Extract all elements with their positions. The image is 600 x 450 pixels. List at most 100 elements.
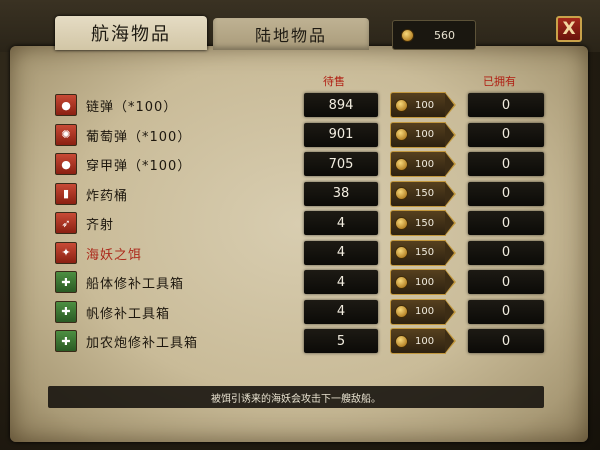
item-owned: 0 <box>468 181 544 206</box>
coin-icon <box>395 334 408 348</box>
buy-button-arrow-inner <box>445 211 454 235</box>
buy-button-arrow-inner <box>445 122 454 147</box>
buy-button-arrow-inner <box>445 93 454 117</box>
hull-repair-kit-icon: ✚ <box>55 271 77 293</box>
item-owned: 0 <box>468 93 544 117</box>
coin-icon <box>395 216 408 230</box>
item-stock: 4 <box>304 240 378 265</box>
item-row[interactable]: ✦ 海妖之饵 4 150 0 <box>0 239 600 266</box>
buy-button[interactable]: 100 <box>390 92 456 118</box>
powder-keg-icon: ▮ <box>55 182 77 205</box>
item-name: 海妖之饵 <box>86 247 143 263</box>
armor-piercing-shot-icon: ● <box>55 153 77 175</box>
buy-button[interactable]: 150 <box>390 210 456 236</box>
item-owned: 0 <box>468 240 544 265</box>
coin-icon <box>401 28 414 42</box>
item-price: 100 <box>415 306 435 317</box>
item-stock: 4 <box>304 270 378 294</box>
buy-button[interactable]: 150 <box>390 180 456 207</box>
item-row[interactable]: ✺ 葡萄弹（*100） 901 100 0 <box>0 121 600 148</box>
item-name: 齐射 <box>86 218 115 233</box>
coin-icon <box>395 246 408 259</box>
item-price: 100 <box>415 276 435 288</box>
coin-icon <box>395 128 408 141</box>
coin-icon <box>395 98 408 112</box>
gold-counter: 560 <box>392 20 476 50</box>
item-row[interactable]: ▮ 炸药桶 38 150 0 <box>0 180 600 207</box>
buy-button-body: 150 <box>390 210 446 236</box>
item-owned: 0 <box>468 122 544 147</box>
item-price: 150 <box>415 217 435 229</box>
item-owned: 0 <box>468 299 544 324</box>
column-header-stock: 待售 <box>323 75 345 88</box>
broadside-icon: ➶ <box>55 212 77 234</box>
item-price: 100 <box>415 99 435 111</box>
coin-icon <box>395 157 408 171</box>
item-price: 150 <box>415 247 435 258</box>
buy-button-arrow-inner <box>445 152 454 176</box>
kraken-bait-icon: ✦ <box>55 241 77 264</box>
item-name: 链弹（*100） <box>86 100 178 115</box>
buy-button[interactable]: 100 <box>390 269 456 295</box>
column-header-owned: 已拥有 <box>483 75 516 88</box>
item-price: 150 <box>415 188 435 199</box>
item-owned: 0 <box>468 211 544 235</box>
item-stock: 705 <box>304 152 378 176</box>
buy-button-body: 100 <box>390 151 446 177</box>
item-name: 穿甲弹（*100） <box>86 159 192 174</box>
item-stock: 38 <box>304 181 378 206</box>
buy-button[interactable]: 100 <box>390 298 456 325</box>
item-row[interactable]: ● 穿甲弹（*100） 705 100 0 <box>0 151 600 177</box>
buy-button-body: 100 <box>390 121 446 148</box>
buy-button-body: 100 <box>390 92 446 118</box>
item-row[interactable]: ✚ 加农炮修补工具箱 5 100 0 <box>0 328 600 354</box>
coin-icon <box>395 305 408 318</box>
tab-land-items[interactable]: 陆地物品 <box>213 18 369 50</box>
buy-button-body: 100 <box>390 298 446 325</box>
shop-window: 航海物品 陆地物品 560 X 待售 已拥有 ● 链弹（*100） 894 10… <box>0 0 600 450</box>
item-stock: 5 <box>304 329 378 353</box>
buy-button-body: 100 <box>390 269 446 295</box>
item-name: 船体修补工具箱 <box>86 277 185 292</box>
item-row[interactable]: ➶ 齐射 4 150 0 <box>0 210 600 236</box>
buy-button-body: 100 <box>390 328 446 354</box>
gold-value: 560 <box>434 28 455 42</box>
item-owned: 0 <box>468 152 544 176</box>
item-row[interactable]: ● 链弹（*100） 894 100 0 <box>0 92 600 118</box>
buy-button[interactable]: 100 <box>390 328 456 354</box>
item-stock: 4 <box>304 211 378 235</box>
cannon-repair-kit-icon: ✚ <box>55 330 77 352</box>
item-description-tooltip: 被饵引诱来的海妖会攻击下一艘敌船。 <box>48 386 544 408</box>
grape-shot-icon: ✺ <box>55 123 77 146</box>
buy-button-arrow-inner <box>445 181 454 206</box>
item-name: 帆修补工具箱 <box>86 306 171 322</box>
item-row[interactable]: ✚ 船体修补工具箱 4 100 0 <box>0 269 600 295</box>
buy-button-arrow-inner <box>445 299 454 324</box>
item-stock: 4 <box>304 299 378 324</box>
item-name: 加农炮修补工具箱 <box>86 336 199 351</box>
chain-shot-icon: ● <box>55 94 77 116</box>
item-stock: 901 <box>304 122 378 147</box>
buy-button-arrow-inner <box>445 240 454 265</box>
close-button[interactable]: X <box>556 16 582 42</box>
buy-button[interactable]: 100 <box>390 151 456 177</box>
item-name: 葡萄弹（*100） <box>86 129 192 145</box>
buy-button-arrow-inner <box>445 329 454 353</box>
buy-button[interactable]: 100 <box>390 121 456 148</box>
item-owned: 0 <box>468 329 544 353</box>
item-price: 100 <box>415 158 435 170</box>
buy-button-body: 150 <box>390 239 446 266</box>
sail-repair-kit-icon: ✚ <box>55 300 77 323</box>
coin-icon <box>395 187 408 200</box>
item-name: 炸药桶 <box>86 188 129 204</box>
tab-sea-items[interactable]: 航海物品 <box>55 16 207 50</box>
buy-button-arrow-inner <box>445 270 454 294</box>
item-price: 100 <box>415 335 435 347</box>
item-row[interactable]: ✚ 帆修补工具箱 4 100 0 <box>0 298 600 325</box>
item-price: 100 <box>415 129 435 140</box>
coin-icon <box>395 275 408 289</box>
item-owned: 0 <box>468 270 544 294</box>
buy-button[interactable]: 150 <box>390 239 456 266</box>
buy-button-body: 150 <box>390 180 446 207</box>
item-stock: 894 <box>304 93 378 117</box>
